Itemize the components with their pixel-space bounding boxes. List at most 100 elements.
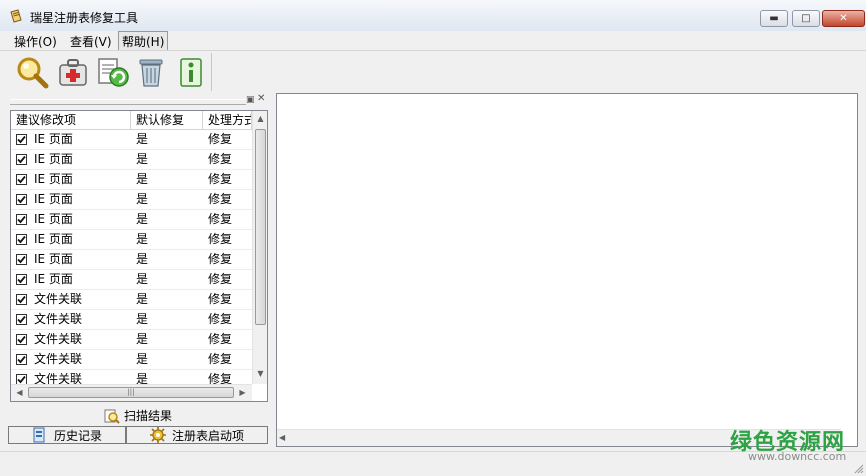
- row-action-text: 修复: [208, 352, 233, 366]
- row-item-text: 文件关联: [34, 312, 83, 326]
- scroll-down-icon[interactable]: ▼: [253, 366, 267, 381]
- checkmark-icon: [17, 255, 26, 264]
- row-checkbox[interactable]: [16, 214, 27, 225]
- medical-kit-repair-icon: [59, 59, 87, 86]
- list-item[interactable]: IE 页面 是 修复: [11, 150, 252, 170]
- watermark-url: www.downcc.com: [748, 450, 847, 463]
- scan-button[interactable]: [14, 54, 50, 90]
- checkmark-icon: [17, 355, 26, 364]
- list-header: 建议修改项 默认修复 处理方式: [11, 111, 252, 130]
- scroll-up-icon[interactable]: ▲: [253, 111, 267, 126]
- list-item[interactable]: IE 页面 是 修复: [11, 250, 252, 270]
- document-restore-icon: [98, 58, 129, 87]
- row-item-text: IE 页面: [34, 152, 73, 166]
- row-checkbox[interactable]: [16, 294, 27, 305]
- row-action-text: 修复: [208, 192, 233, 206]
- scroll-right-icon[interactable]: ▶: [235, 385, 250, 400]
- row-default-text: 是: [136, 152, 149, 166]
- panel-header[interactable]: ▣ ✕: [8, 93, 268, 109]
- tab-startup[interactable]: 注册表启动项: [126, 426, 268, 444]
- col-item-header[interactable]: 建议修改项: [11, 111, 131, 129]
- close-panel-icon[interactable]: ✕: [257, 93, 265, 104]
- row-checkbox[interactable]: [16, 254, 27, 265]
- checkmark-icon: [17, 175, 26, 184]
- menu-operate[interactable]: 操作(O): [11, 32, 60, 51]
- gear-icon: [149, 427, 166, 443]
- list-item[interactable]: 文件关联 是 修复: [11, 330, 252, 350]
- app-icon: [10, 9, 22, 23]
- resize-grip-icon[interactable]: [852, 462, 864, 474]
- scan-results-button[interactable]: 扫描结果: [8, 406, 268, 425]
- row-default-text: 是: [136, 232, 149, 246]
- col-default-header[interactable]: 默认修复: [131, 111, 203, 129]
- vertical-scrollbar[interactable]: ▲ ▼: [252, 111, 267, 384]
- row-item-text: IE 页面: [34, 212, 73, 226]
- row-checkbox[interactable]: [16, 174, 27, 185]
- row-default-text: 是: [136, 252, 149, 266]
- list-item[interactable]: 文件关联 是 修复: [11, 350, 252, 370]
- row-action-text: 修复: [208, 172, 233, 186]
- row-checkbox[interactable]: [16, 194, 27, 205]
- about-button[interactable]: [173, 54, 209, 90]
- row-checkbox[interactable]: [16, 154, 27, 165]
- row-item-text: IE 页面: [34, 272, 73, 286]
- row-item-text: 文件关联: [34, 352, 83, 366]
- row-checkbox[interactable]: [16, 274, 27, 285]
- details-pane[interactable]: ◀: [276, 93, 858, 447]
- row-checkbox[interactable]: [16, 314, 27, 325]
- maximize-button[interactable]: □: [792, 10, 820, 27]
- menu-view[interactable]: 查看(V): [67, 32, 115, 51]
- list-item[interactable]: IE 页面 是 修复: [11, 230, 252, 250]
- row-checkbox[interactable]: [16, 234, 27, 245]
- row-action-text: 修复: [208, 232, 233, 246]
- row-item-text: 文件关联: [34, 292, 83, 306]
- row-checkbox[interactable]: [16, 354, 27, 365]
- repair-button[interactable]: [55, 54, 91, 90]
- list-item[interactable]: IE 页面 是 修复: [11, 210, 252, 230]
- col-action-header[interactable]: 处理方式: [203, 111, 252, 129]
- scroll-thumb[interactable]: [255, 129, 266, 325]
- close-icon: ✕: [839, 13, 848, 24]
- checkmark-icon: [17, 195, 26, 204]
- restore-panel-icon[interactable]: ▣: [246, 95, 255, 105]
- scroll-left-icon[interactable]: ◀: [279, 433, 285, 442]
- row-default-text: 是: [136, 192, 149, 206]
- row-default-text: 是: [136, 312, 149, 326]
- menu-help[interactable]: 帮助(H): [118, 31, 169, 52]
- checkmark-icon: [17, 215, 26, 224]
- checkmark-icon: [17, 235, 26, 244]
- restore-button[interactable]: [95, 54, 131, 90]
- row-checkbox[interactable]: [16, 334, 27, 345]
- row-default-text: 是: [136, 292, 149, 306]
- panel-grip[interactable]: [10, 99, 246, 105]
- checkmark-icon: [17, 315, 26, 324]
- scroll-left-icon[interactable]: ◀: [12, 385, 27, 400]
- minimize-button[interactable]: ▬: [760, 10, 788, 27]
- checkmark-icon: [17, 335, 26, 344]
- row-default-text: 是: [136, 332, 149, 346]
- list-item[interactable]: IE 页面 是 修复: [11, 270, 252, 290]
- tab-history-label: 历史记录: [53, 428, 102, 443]
- list-item[interactable]: IE 页面 是 修复: [11, 130, 252, 150]
- hscroll-thumb[interactable]: |||: [28, 387, 234, 398]
- issues-list[interactable]: 建议修改项 默认修复 处理方式 IE 页面是修复 IE 页面是修复 IE 页面是修复…: [10, 110, 268, 402]
- row-item-text: IE 页面: [34, 232, 73, 246]
- scan-results-icon: [104, 409, 120, 424]
- row-default-text: 是: [136, 212, 149, 226]
- list-item[interactable]: IE 页面 是 修复: [11, 190, 252, 210]
- horizontal-scrollbar[interactable]: ◀ ||| ▶: [11, 384, 252, 401]
- list-item[interactable]: IE 页面 是 修复: [11, 170, 252, 190]
- tab-startup-label: 注册表启动项: [171, 428, 244, 443]
- list-rows: IE 页面是修复 IE 页面是修复 IE 页面是修复 IE 页面是修复 IE 页面是修复…: [11, 130, 252, 390]
- title-bar[interactable]: 瑞星注册表修复工具 ▬ □ ✕: [0, 0, 866, 32]
- row-checkbox[interactable]: [16, 134, 27, 145]
- tab-history[interactable]: 历史记录: [8, 426, 126, 444]
- toolbar-separator: [211, 53, 212, 91]
- row-default-text: 是: [136, 132, 149, 146]
- list-item[interactable]: 文件关联 是 修复: [11, 290, 252, 310]
- close-button[interactable]: ✕: [822, 10, 865, 27]
- maximize-icon: □: [801, 13, 811, 24]
- list-item[interactable]: 文件关联 是 修复: [11, 310, 252, 330]
- delete-button[interactable]: [133, 54, 169, 90]
- row-item-text: IE 页面: [34, 192, 73, 206]
